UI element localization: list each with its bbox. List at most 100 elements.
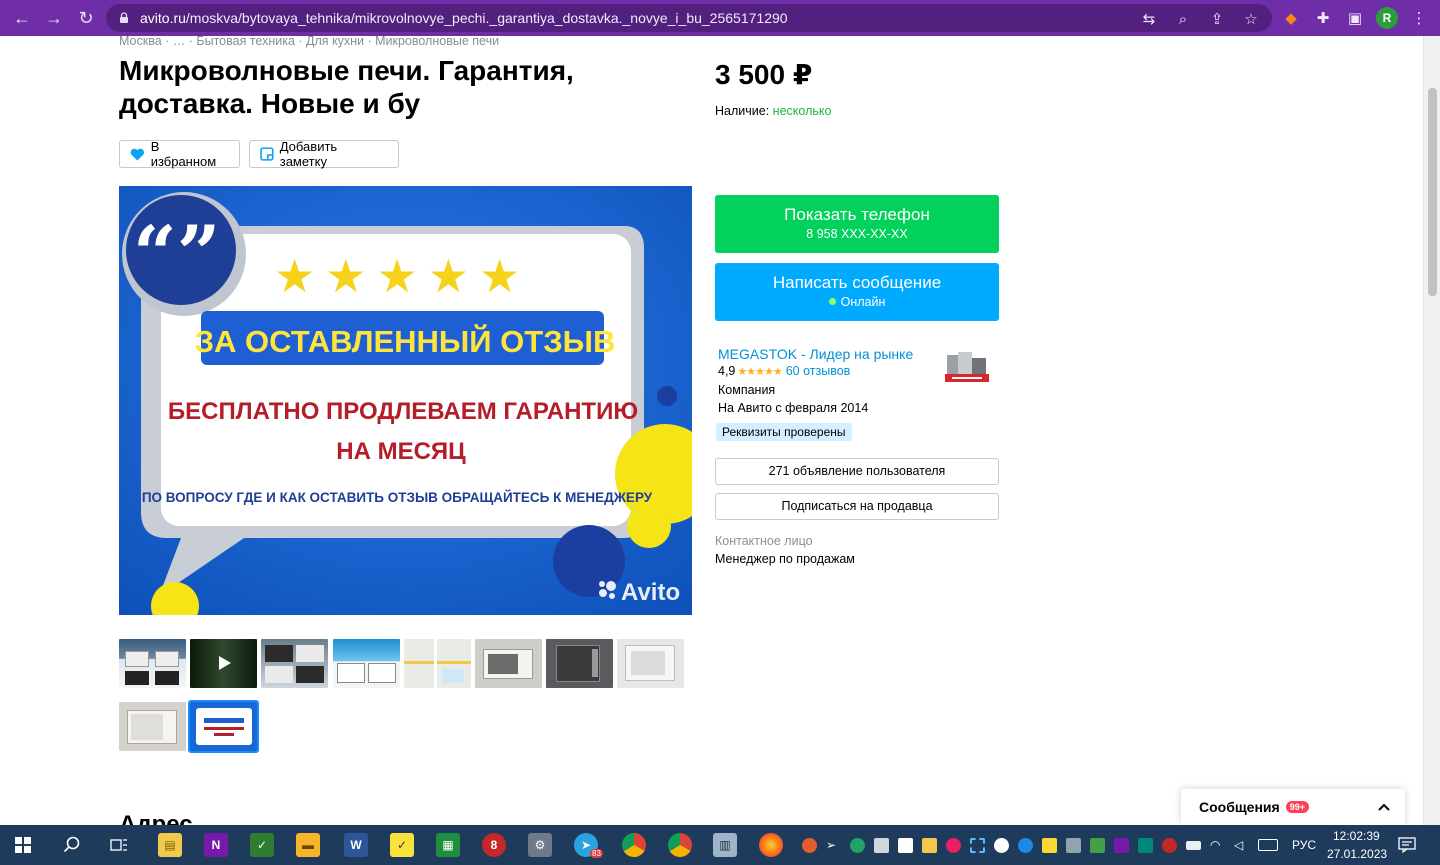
profile-avatar[interactable]: R bbox=[1376, 7, 1398, 29]
messages-widget[interactable]: Сообщения 99+ bbox=[1181, 789, 1405, 825]
scrollbar-thumb[interactable] bbox=[1428, 88, 1437, 296]
availability: Наличие: несколько bbox=[715, 104, 831, 118]
forward-arrow-icon[interactable]: → bbox=[41, 5, 67, 31]
search-icon[interactable] bbox=[63, 836, 81, 854]
verified-badge[interactable]: Реквизиты проверены bbox=[716, 423, 852, 441]
thumbnail-10-selected[interactable] bbox=[188, 700, 259, 753]
reload-icon[interactable]: ↻ bbox=[73, 5, 99, 31]
page-scrollbar[interactable] bbox=[1423, 36, 1440, 825]
tray-monitor-icon[interactable] bbox=[874, 838, 889, 853]
chevron-up-icon[interactable] bbox=[1377, 802, 1391, 812]
onenote-icon[interactable]: N bbox=[204, 833, 228, 857]
listing-title: Микроволновые печи. Гарантия, доставка. … bbox=[119, 55, 574, 119]
breadcrumb[interactable]: Москва · … · Бытовая техника · Для кухни… bbox=[119, 34, 499, 48]
file-explorer-icon[interactable]: ▬ bbox=[296, 833, 320, 857]
tray-send-icon[interactable]: ➢ bbox=[826, 838, 841, 853]
metamask-extension-icon[interactable]: ◆ bbox=[1280, 7, 1302, 29]
browser-toolbar: ← → ↻ avito.ru/moskva/bytovaya_tehnika/m… bbox=[0, 0, 1440, 36]
chrome-profile-icon[interactable] bbox=[668, 833, 692, 857]
tray-sticky-icon[interactable] bbox=[1042, 838, 1057, 853]
contact-person-label: Контактное лицо bbox=[715, 534, 813, 548]
side-panel-icon[interactable]: ▣ bbox=[1344, 7, 1366, 29]
seller-name-link[interactable]: MEGASTOK - Лидер на рынке bbox=[718, 346, 913, 362]
tray-onenote-icon[interactable] bbox=[1114, 838, 1129, 853]
task-app-icon[interactable]: ✓ bbox=[250, 833, 274, 857]
thumbnail-6[interactable] bbox=[475, 639, 542, 688]
tray-app-1-icon[interactable] bbox=[802, 838, 817, 853]
tray-target-icon[interactable] bbox=[946, 838, 961, 853]
thumbnail-map[interactable] bbox=[404, 639, 471, 688]
bookmark-star-icon[interactable]: ☆ bbox=[1240, 8, 1262, 30]
tray-skype-icon[interactable] bbox=[1018, 838, 1033, 853]
zoom-icon[interactable]: ⌕ bbox=[1172, 8, 1194, 30]
word-icon[interactable]: W bbox=[344, 833, 368, 857]
tray-app-s-icon[interactable] bbox=[994, 838, 1009, 853]
tray-file-icon[interactable] bbox=[898, 838, 913, 853]
thumbnail-1[interactable] bbox=[119, 639, 186, 688]
seller-logo-icon[interactable] bbox=[944, 350, 990, 384]
tray-shield-icon[interactable] bbox=[850, 838, 865, 853]
clock-date[interactable]: 27.01.2023 bbox=[1327, 847, 1387, 861]
promo-banner-graphic: “” ★★★★★ ЗА ОСТАВЛЕННЫЙ ОТЗЫВ БЕСПЛАТНО … bbox=[119, 186, 692, 615]
app-8-icon[interactable]: 8 bbox=[482, 833, 506, 857]
seller-since: На Авито с февраля 2014 bbox=[718, 401, 869, 415]
thumbnail-4[interactable] bbox=[333, 639, 400, 688]
svg-text:ПО ВОПРОСУ ГДЕ И КАК ОСТАВИТЬ: ПО ВОПРОСУ ГДЕ И КАК ОСТАВИТЬ ОТЗЫВ ОБРА… bbox=[142, 490, 653, 505]
play-icon bbox=[219, 656, 231, 670]
user-ads-button[interactable]: 271 объявление пользователя bbox=[715, 458, 999, 485]
extensions-puzzle-icon[interactable]: ✚ bbox=[1312, 7, 1334, 29]
thumbnail-7[interactable] bbox=[546, 639, 613, 688]
write-message-label: Написать сообщение bbox=[772, 273, 942, 292]
svg-text:★★★★★: ★★★★★ bbox=[274, 249, 530, 303]
seller-type: Компания bbox=[718, 383, 776, 397]
svg-text:“”: “” bbox=[133, 209, 220, 298]
back-arrow-icon[interactable]: ← bbox=[9, 5, 35, 31]
seller-reviews-link[interactable]: 60 отзывов bbox=[786, 364, 851, 378]
task-view-icon[interactable] bbox=[110, 837, 128, 853]
thumbnail-9[interactable] bbox=[119, 702, 186, 751]
show-phone-button[interactable]: Показать телефон 8 958 XXX-XX-XX bbox=[715, 195, 999, 253]
listing-main-image[interactable]: “” ★★★★★ ЗА ОСТАВЛЕННЫЙ ОТЗЫВ БЕСПЛАТНО … bbox=[119, 186, 692, 615]
tray-snip-icon[interactable] bbox=[970, 838, 985, 853]
wifi-icon[interactable]: ◠ bbox=[1210, 838, 1225, 853]
thumbnail-3[interactable] bbox=[261, 639, 328, 688]
favorite-button[interactable]: В избранном bbox=[119, 139, 240, 169]
tools-icon[interactable]: ⚙ bbox=[528, 833, 552, 857]
windows-start-icon[interactable] bbox=[15, 837, 31, 853]
sticky-notes-icon[interactable]: ✓ bbox=[390, 833, 414, 857]
file-explorer-notes-icon[interactable]: ▤ bbox=[158, 833, 182, 857]
tray-app-8-icon[interactable] bbox=[1162, 838, 1177, 853]
kebab-menu-icon[interactable]: ⋮ bbox=[1408, 7, 1430, 29]
firefox-icon[interactable] bbox=[759, 833, 783, 857]
subscribe-seller-button[interactable]: Подписаться на продавца bbox=[715, 493, 999, 520]
tray-network-app-icon[interactable] bbox=[1090, 838, 1105, 853]
battery-icon[interactable] bbox=[1186, 841, 1201, 850]
input-language[interactable]: РУС bbox=[1292, 838, 1316, 852]
svg-text:ЗА ОСТАВЛЕННЫЙ ОТЗЫВ: ЗА ОСТАВЛЕННЫЙ ОТЗЫВ bbox=[195, 323, 616, 359]
tray-fx-icon[interactable] bbox=[1138, 838, 1153, 853]
translate-icon[interactable]: ⇆ bbox=[1138, 8, 1160, 30]
lock-icon bbox=[120, 12, 128, 23]
url-text: avito.ru/moskva/bytovaya_tehnika/mikrovo… bbox=[140, 10, 788, 26]
thumbnail-video[interactable] bbox=[190, 639, 257, 688]
note-label: Добавить заметку bbox=[279, 139, 338, 169]
chrome-icon[interactable] bbox=[622, 833, 646, 857]
heart-icon bbox=[130, 148, 145, 160]
sheets-icon[interactable]: ▦ bbox=[436, 833, 460, 857]
online-status: Онлайн bbox=[715, 295, 999, 309]
share-icon[interactable]: ⇪ bbox=[1206, 8, 1228, 30]
thumbnail-8[interactable] bbox=[617, 639, 684, 688]
tray-notes-icon[interactable] bbox=[922, 838, 937, 853]
svg-text:Avito: Avito bbox=[621, 579, 680, 606]
address-bar[interactable]: avito.ru/moskva/bytovaya_tehnika/mikrovo… bbox=[106, 4, 1272, 32]
calculator-icon[interactable]: ▥ bbox=[713, 833, 737, 857]
write-message-button[interactable]: Написать сообщение Онлайн bbox=[715, 263, 999, 321]
masked-phone: 8 958 XXX-XX-XX bbox=[806, 227, 908, 241]
availability-value: несколько bbox=[772, 104, 832, 118]
clock-time[interactable]: 12:02:39 bbox=[1333, 829, 1380, 843]
tray-window-icon[interactable] bbox=[1066, 838, 1081, 853]
volume-icon[interactable]: ◁ bbox=[1234, 838, 1249, 853]
notification-center-icon[interactable] bbox=[1398, 837, 1416, 853]
keyboard-icon[interactable] bbox=[1258, 839, 1278, 851]
add-note-button[interactable]: Добавить заметку bbox=[249, 139, 399, 169]
